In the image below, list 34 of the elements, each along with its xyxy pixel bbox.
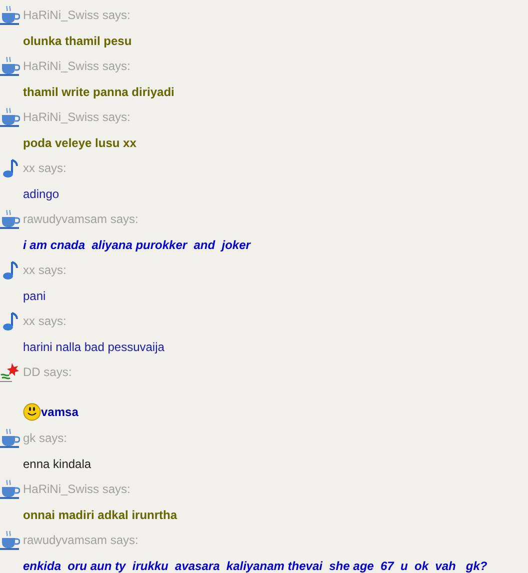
- message-text: olunka thamil pesu: [23, 32, 132, 50]
- coffee-cup-icon: [0, 107, 20, 127]
- message-text: i am cnada aliyana purokker and joker: [23, 236, 250, 254]
- sender-name: HaRiNi_Swiss says:: [23, 7, 130, 24]
- coffee-cup-icon: [0, 5, 20, 25]
- music-note-icon: [0, 260, 20, 280]
- sender-name: HaRiNi_Swiss says:: [23, 481, 130, 498]
- message-text: poda veleye lusu xx: [23, 134, 136, 152]
- coffee-cup-icon: [0, 479, 20, 499]
- coffee-cup-icon: [0, 530, 20, 550]
- message-text: pani: [23, 288, 46, 304]
- coffee-cup-icon: [0, 56, 20, 76]
- message-text: harini nalla bad pessuvaija: [23, 338, 164, 356]
- sender-name: xx says:: [23, 313, 66, 330]
- flag-icon: [0, 362, 20, 382]
- music-note-icon: [0, 158, 20, 178]
- message-text: thamil write panna diriyadi: [23, 84, 174, 100]
- smiley-icon: [23, 403, 41, 421]
- sender-name: DD says:: [23, 364, 72, 381]
- sender-name: xx says:: [23, 262, 66, 279]
- music-note-icon: [0, 311, 20, 331]
- sender-name: HaRiNi_Swiss says:: [23, 109, 130, 126]
- sender-name: rawudyvamsam says:: [23, 532, 138, 549]
- message-text: vamsa: [41, 404, 78, 421]
- message-text: adingo: [23, 186, 60, 202]
- message-text: enkida oru aun ty irukku avasara kaliyanam thevai she age 67 u ok vah gk?: [23, 558, 488, 573]
- message-text: onnai madiri adkal irunrtha: [23, 506, 178, 524]
- message-text: enna kindala: [23, 456, 92, 472]
- sender-name: gk says:: [23, 430, 68, 447]
- sender-name: HaRiNi_Swiss says:: [23, 58, 130, 75]
- coffee-cup-icon: [0, 209, 20, 229]
- coffee-cup-icon: [0, 428, 20, 448]
- sender-name: xx says:: [23, 160, 66, 177]
- sender-name: rawudyvamsam says:: [23, 211, 138, 228]
